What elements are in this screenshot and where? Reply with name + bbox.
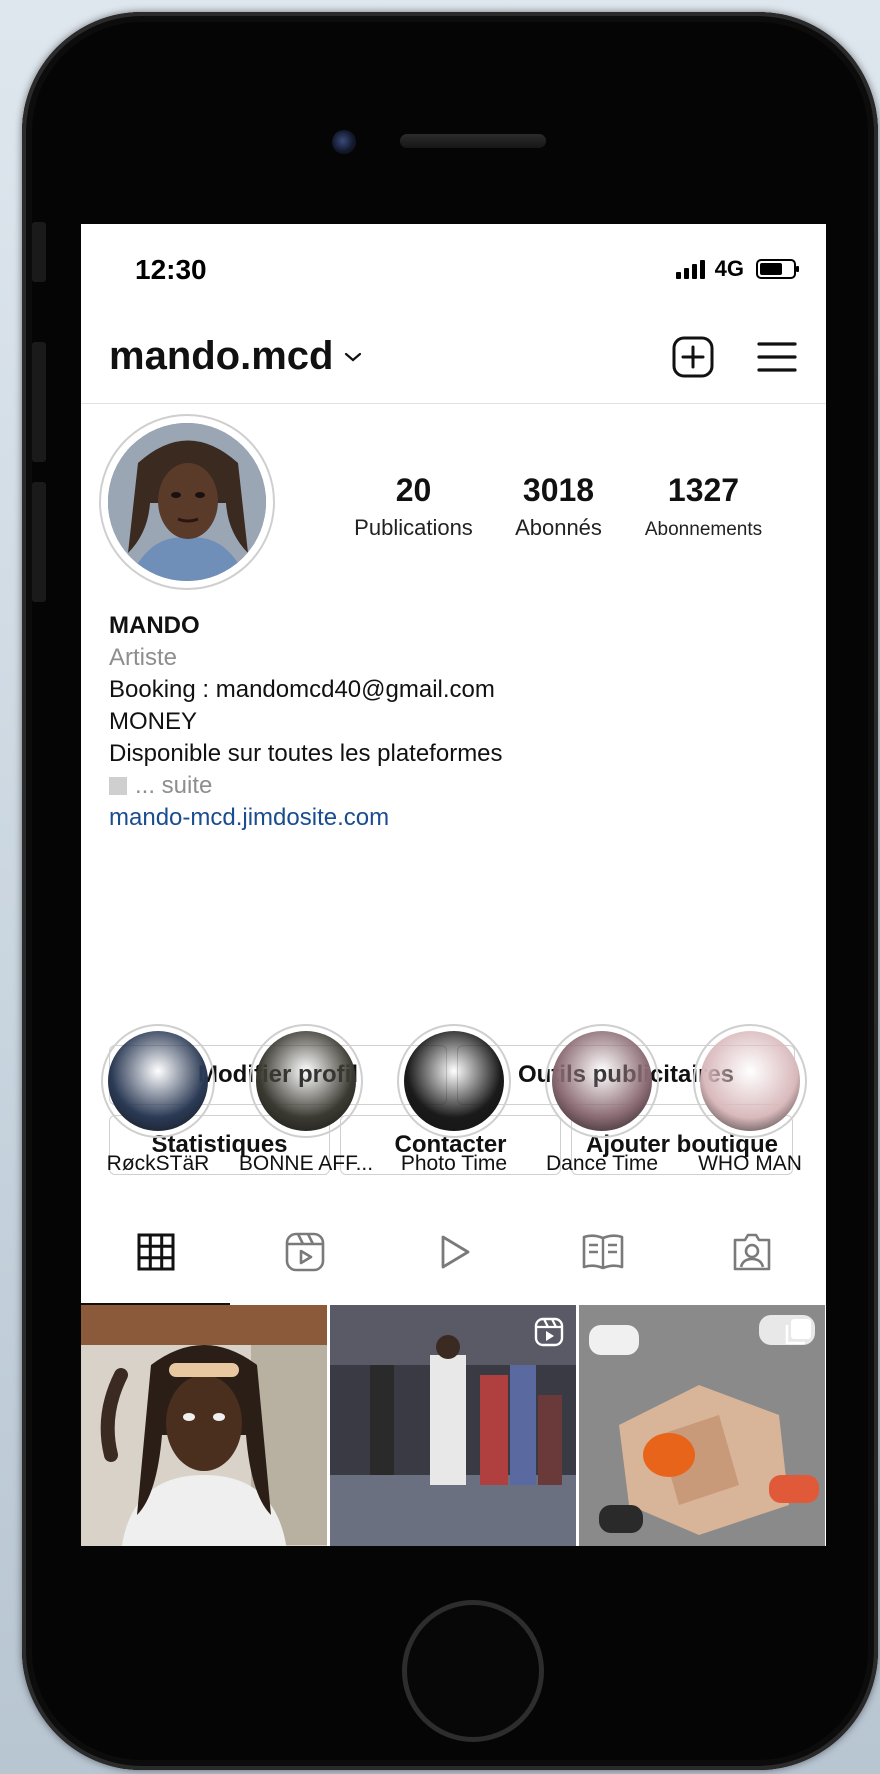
stat-label: Publications — [354, 515, 473, 540]
display-name: MANDO — [109, 612, 200, 639]
highlight-label: Photo Time — [400, 1152, 508, 1175]
bio-more-link[interactable]: ... suite — [109, 770, 503, 802]
front-camera — [332, 130, 356, 154]
bio-line: MONEY — [109, 708, 198, 735]
status-bar: 12:30 4G — [81, 224, 826, 314]
profile-avatar[interactable] — [99, 414, 275, 590]
battery-icon — [756, 259, 799, 279]
more-label: ... suite — [135, 772, 213, 799]
website-link[interactable]: mando-mcd.jimdosite.com — [109, 802, 503, 834]
highlight-label: RøckSTäR — [106, 1152, 210, 1175]
home-button[interactable] — [402, 1600, 544, 1742]
play-icon — [441, 1235, 469, 1269]
status-indicators: 4G — [675, 256, 799, 282]
username-label: mando.mcd — [109, 334, 334, 378]
stat-value: 3018 — [522, 472, 595, 508]
highlight-item[interactable]: Dance Time — [545, 1024, 659, 1176]
post-photo — [81, 1305, 327, 1546]
highlight-ring — [397, 1024, 511, 1138]
highlight-cover — [700, 1031, 800, 1131]
story-highlights: RøckSTäR BONNE AFF... Photo Time Dance T… — [101, 1024, 807, 1176]
highlight-cover — [404, 1031, 504, 1131]
highlight-ring — [249, 1024, 363, 1138]
stat-value: 1327 — [667, 472, 740, 508]
avatar-photo — [108, 423, 266, 581]
profile-header: mando.mcd — [81, 324, 826, 404]
highlight-ring — [693, 1024, 807, 1138]
volume-up-button — [32, 342, 46, 462]
highlight-item[interactable]: BONNE AFF... — [239, 1024, 373, 1176]
profile-tabs — [81, 1199, 826, 1305]
stat-label: Abonnés — [515, 515, 602, 540]
highlight-label: Dance Time — [545, 1152, 659, 1175]
volume-down-button — [32, 482, 46, 602]
tab-grid[interactable] — [81, 1199, 230, 1305]
mute-switch — [32, 222, 46, 282]
earpiece-speaker — [400, 134, 546, 148]
bio-line: Booking : mandomcd40@gmail.com — [109, 676, 495, 703]
stat-following[interactable]: 1327 Abonnements — [631, 472, 776, 541]
stat-value: 20 — [395, 472, 432, 508]
highlight-item[interactable]: Photo Time — [397, 1024, 511, 1176]
highlight-label: BONNE AFF... — [238, 1152, 374, 1175]
profile-category: Artiste — [109, 644, 178, 671]
tab-reels[interactable] — [230, 1199, 379, 1305]
posts-grid — [81, 1305, 826, 1546]
highlight-item[interactable]: WHO MAN — [693, 1024, 807, 1176]
reels-icon — [285, 1232, 324, 1272]
highlight-ring — [101, 1024, 215, 1138]
bio-line: Disponible sur toutes les plateformes — [109, 740, 503, 767]
avatar — [108, 423, 266, 581]
tagged-person-icon — [733, 1233, 770, 1271]
profile-stats: 20 Publications 3018 Abonnés 1327 Abonne… — [341, 472, 776, 541]
tab-videos[interactable] — [379, 1199, 528, 1305]
highlight-cover — [552, 1031, 652, 1131]
menu-icon[interactable] — [754, 334, 800, 380]
grid-icon — [137, 1233, 174, 1271]
profile-bio: MANDO Artiste Booking : mandomcd40@gmail… — [109, 610, 503, 834]
square-emoji-icon — [109, 777, 127, 795]
tab-tagged[interactable] — [677, 1199, 826, 1305]
guides-icon — [582, 1234, 623, 1270]
post-thumbnail[interactable] — [81, 1305, 327, 1546]
stat-publications[interactable]: 20 Publications — [341, 472, 486, 541]
carousel-badge-icon — [785, 1319, 811, 1345]
instagram-profile-screen: 12:30 4G mando.mcd 20 Publications 3018 … — [81, 224, 826, 1546]
highlight-label: WHO MAN — [698, 1152, 802, 1175]
highlight-cover — [256, 1031, 356, 1131]
signal-icon — [675, 259, 705, 279]
tab-guides[interactable] — [528, 1199, 677, 1305]
chevron-down-icon — [345, 352, 362, 361]
stat-followers[interactable]: 3018 Abonnés — [486, 472, 631, 541]
account-switcher[interactable]: mando.mcd — [109, 334, 363, 379]
network-type: 4G — [714, 256, 744, 281]
reel-badge-icon — [534, 1317, 564, 1347]
post-thumbnail[interactable] — [330, 1305, 576, 1546]
highlight-cover — [108, 1031, 208, 1131]
stat-label: Abonnements — [644, 519, 763, 540]
highlight-ring — [545, 1024, 659, 1138]
status-time: 12:30 — [135, 254, 207, 285]
post-thumbnail[interactable] — [579, 1305, 825, 1546]
new-post-icon[interactable] — [670, 334, 716, 380]
highlight-item[interactable]: RøckSTäR — [101, 1024, 215, 1176]
